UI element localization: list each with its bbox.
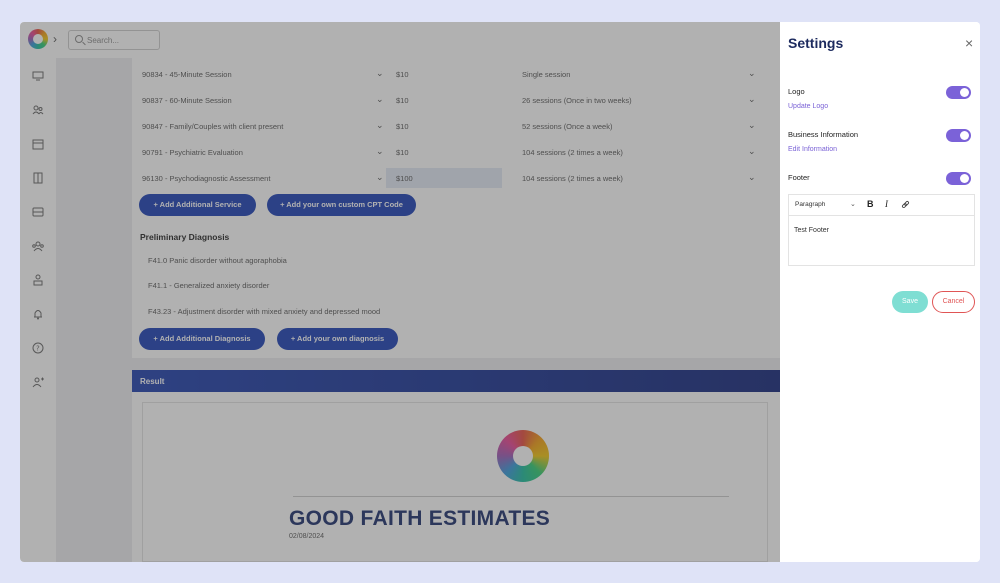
- italic-button[interactable]: I: [885, 199, 888, 209]
- cancel-button[interactable]: Cancel: [932, 291, 975, 313]
- settings-panel: Settings × Logo Update Logo Business Inf…: [780, 22, 980, 562]
- panel-title: Settings: [788, 35, 844, 51]
- editor-toolbar: Paragraph ⌄ B I: [789, 195, 974, 216]
- close-icon[interactable]: ×: [965, 35, 973, 51]
- link-icon[interactable]: [901, 200, 910, 209]
- edit-information-link[interactable]: Edit Information: [788, 146, 837, 153]
- footer-editor: Paragraph ⌄ B I Test Footer: [788, 194, 975, 266]
- chevron-down-icon[interactable]: ⌄: [850, 200, 856, 208]
- footer-label: Footer: [788, 173, 810, 182]
- business-label: Business Information: [788, 130, 859, 139]
- logo-label: Logo: [788, 87, 805, 96]
- paragraph-select[interactable]: Paragraph: [795, 201, 825, 208]
- footer-text-area[interactable]: Test Footer: [794, 227, 829, 234]
- logo-toggle[interactable]: [946, 86, 971, 99]
- app-window: › Search... ? 90834 - 45-Minute Session …: [20, 22, 980, 562]
- footer-toggle[interactable]: [946, 172, 971, 185]
- update-logo-link[interactable]: Update Logo: [788, 103, 828, 110]
- business-toggle[interactable]: [946, 129, 971, 142]
- save-button[interactable]: Save: [892, 291, 928, 313]
- modal-overlay[interactable]: [20, 22, 780, 562]
- bold-button[interactable]: B: [867, 199, 874, 209]
